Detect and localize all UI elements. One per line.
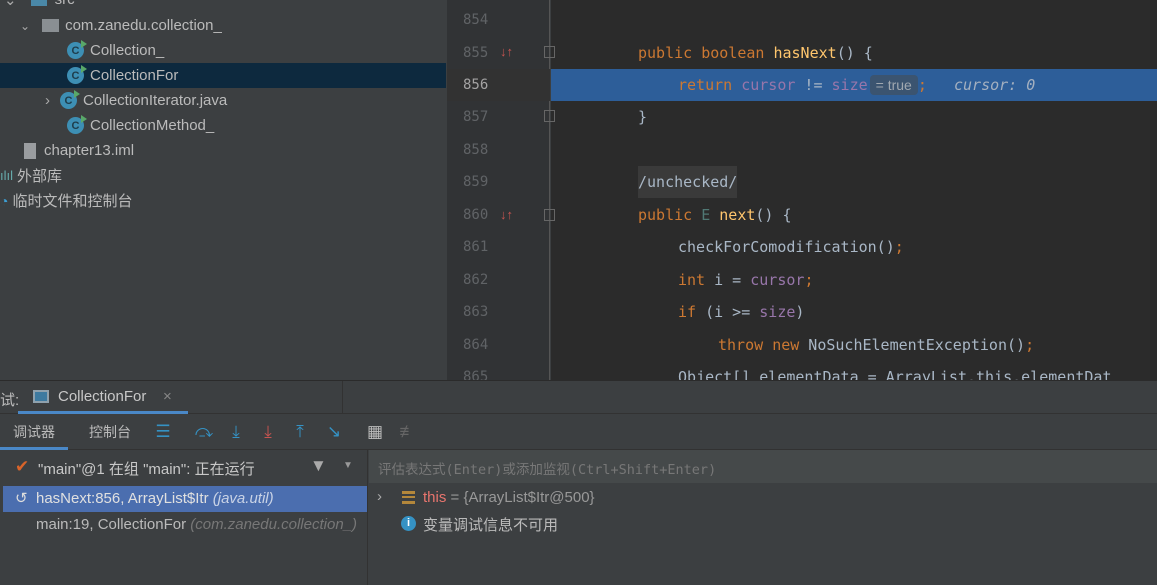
inline-value-hint: = true — [869, 75, 918, 95]
frame-row[interactable]: main:19, CollectionFor (com.zanedu.colle… — [3, 512, 367, 538]
tree-item-iml[interactable]: chapter13.iml — [0, 138, 446, 163]
chevron-right-icon[interactable]: › — [45, 92, 50, 109]
field-icon — [402, 491, 415, 504]
frames-panel: ✔ "main"@1 在组 "main": 正在运行 ▼ ▼ ↺ hasNext… — [0, 450, 368, 585]
thread-selector[interactable]: "main"@1 在组 "main": 正在运行 — [38, 458, 255, 479]
step-into-icon[interactable]: ⤓ — [226, 422, 246, 442]
tree-item-collectioniterator[interactable]: › C CollectionIterator.java — [0, 88, 446, 113]
debug-session-tabs: 试: CollectionFor × — [0, 380, 1157, 414]
code-line-862: int i = cursor; — [678, 271, 814, 289]
line-number: 859 — [463, 174, 489, 190]
tree-item-src[interactable]: ⌄src — [0, 0, 446, 12]
run-to-cursor-icon[interactable]: ↘ — [324, 422, 344, 442]
dropdown-arrow-icon[interactable]: ▼ — [343, 460, 353, 471]
code-line-861: checkForComodification(); — [678, 238, 904, 256]
tree-item-libraries[interactable]: ılıl 外部库 — [0, 163, 446, 188]
checkmark-icon: ✔ — [15, 457, 30, 476]
line-number: 857 — [463, 109, 489, 125]
line-number-current: 856 — [463, 77, 489, 93]
package-icon — [42, 19, 60, 32]
line-number: 860 — [463, 207, 489, 223]
implements-icon[interactable]: ↓↑ — [500, 44, 513, 59]
class-icon: C — [67, 115, 87, 134]
code-line-863: if (i >= size) — [678, 303, 805, 321]
force-step-into-icon[interactable]: ⤓ — [258, 422, 278, 442]
code-line-859: /unchecked/ — [638, 166, 738, 198]
trace-stream-icon[interactable]: ≢ — [398, 422, 418, 442]
fold-icon[interactable] — [544, 209, 555, 221]
line-number: 864 — [463, 337, 489, 353]
code-line-855: public boolean hasNext() { — [638, 44, 873, 62]
fold-icon[interactable] — [544, 46, 555, 58]
filter-icon[interactable]: ▼ — [310, 456, 327, 476]
variable-this[interactable]: this = {ArrayList$Itr@500} — [423, 489, 595, 506]
step-over-icon[interactable]: ⤼ — [194, 422, 214, 442]
implements-icon[interactable]: ↓↑ — [500, 207, 513, 222]
file-icon — [24, 142, 36, 159]
session-tab[interactable]: CollectionFor × — [18, 381, 188, 414]
expand-icon[interactable]: › — [377, 488, 382, 505]
tab-console[interactable]: 控制台 — [80, 414, 140, 450]
class-icon: C — [60, 90, 80, 109]
tree-item-collection[interactable]: C Collection_ — [0, 38, 446, 63]
variables-panel: 评估表达式(Enter)或添加监视(Ctrl+Shift+Enter) › th… — [369, 450, 1157, 585]
tree-item-collectionfor[interactable]: C CollectionFor — [0, 63, 446, 88]
tab-debugger[interactable]: 调试器 — [0, 414, 68, 450]
code-line-856: return cursor != size = true; cursor: 0 — [678, 75, 1036, 95]
close-icon[interactable]: × — [163, 388, 172, 405]
folder-icon — [30, 0, 47, 6]
line-number: 861 — [463, 239, 489, 255]
fold-icon[interactable] — [544, 110, 555, 122]
code-line-864: throw new NoSuchElementException(); — [718, 336, 1035, 354]
chevron-down-icon[interactable]: ⌄ — [20, 19, 30, 33]
class-icon: C — [67, 40, 87, 59]
library-icon: ılıl — [0, 168, 13, 183]
step-out-icon[interactable]: ⤒ — [290, 422, 310, 442]
evaluate-input[interactable]: 评估表达式(Enter)或添加监视(Ctrl+Shift+Enter) — [369, 450, 1157, 483]
frame-row-selected[interactable]: ↺ hasNext:856, ArrayList$Itr (java.util) — [3, 486, 367, 512]
layout-menu-icon[interactable]: ☰ — [153, 422, 173, 442]
code-line-860: public E next() { — [638, 206, 792, 224]
app-icon — [33, 390, 49, 403]
scratches-icon: ◔ — [0, 192, 9, 209]
info-icon: i — [401, 516, 416, 531]
class-icon: C — [67, 65, 87, 84]
line-number: 854 — [463, 12, 489, 28]
tree-item-scratches[interactable]: ◔ 临时文件和控制台 — [0, 188, 446, 213]
debug-toolbar: 调试器 控制台 ☰ ⤼ ⤓ ⤓ ⤒ ↘ ▦ ≢ — [0, 414, 1157, 450]
tree-item-collectionmethod[interactable]: C CollectionMethod_ — [0, 113, 446, 138]
tree-item-package[interactable]: ⌄ com.zanedu.collection_ — [0, 13, 446, 38]
inline-debug-value: cursor: 0 — [953, 76, 1036, 94]
return-icon: ↺ — [15, 490, 28, 507]
code-line-857: } — [638, 108, 648, 126]
line-number: 858 — [463, 142, 489, 158]
line-number: 862 — [463, 272, 489, 288]
evaluate-expression-icon[interactable]: ▦ — [365, 422, 385, 442]
line-number: 855 — [463, 45, 489, 61]
debug-title: 试: — [0, 392, 20, 409]
line-number: 863 — [463, 304, 489, 320]
project-tree: ⌄src ⌄com.zanedu.collection_ CCollection… — [0, 0, 446, 380]
info-message: 变量调试信息不可用 — [423, 517, 559, 534]
